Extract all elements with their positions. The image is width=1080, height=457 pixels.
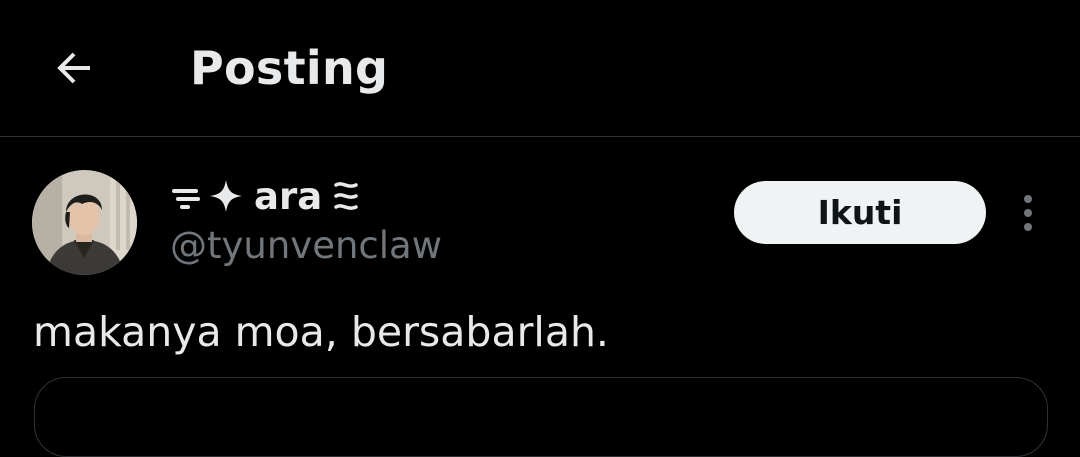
page-title: Posting — [190, 41, 389, 95]
back-button[interactable] — [44, 38, 104, 98]
more-options-button[interactable] — [1008, 190, 1048, 236]
more-vertical-icon — [1024, 195, 1032, 231]
author-display-name[interactable]: ara — [170, 172, 362, 220]
author-handle[interactable]: @tyunvenclaw — [170, 222, 442, 270]
media-card[interactable] — [34, 377, 1048, 457]
author-name-text: ara — [254, 174, 323, 218]
top-bar: Posting — [0, 0, 1080, 137]
wavy-lines-emoji-icon — [334, 182, 358, 210]
follow-button[interactable]: Ikuti — [734, 181, 986, 244]
sparkle-dash-emoji-icon — [172, 180, 242, 212]
post-text: makanya moa, bersabarlah. — [33, 308, 609, 356]
avatar[interactable] — [32, 170, 137, 275]
arrow-left-icon — [57, 52, 90, 84]
